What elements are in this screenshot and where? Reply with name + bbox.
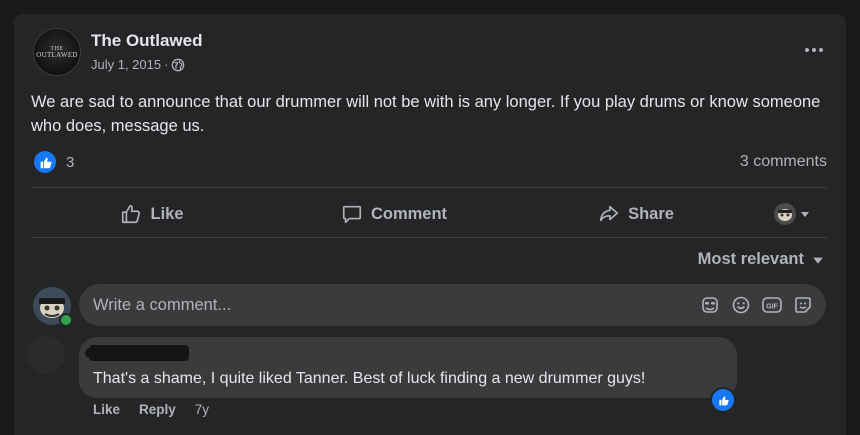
share-button-label: Share (628, 204, 674, 223)
caret-down-icon (801, 212, 809, 217)
comment-like-reaction-icon[interactable] (710, 387, 736, 413)
comment-reply-button[interactable]: Reply (139, 402, 176, 417)
page-name-link[interactable]: The Outlawed (91, 31, 202, 51)
comment-button-label: Comment (370, 204, 448, 223)
comment-count-link[interactable]: 3 comments (740, 153, 827, 171)
post-actions: Like Comment Share (31, 194, 827, 234)
comment-actions: Like Reply 7y (93, 402, 209, 417)
comment-icon (342, 205, 362, 224)
share-icon (599, 205, 619, 222)
comment-sort-dropdown[interactable]: Most relevant (698, 250, 824, 269)
profile-switcher[interactable] (757, 194, 827, 234)
redacted-commenter-name[interactable] (85, 345, 189, 361)
svg-text:GIF: GIF (766, 304, 778, 311)
like-thumb-icon (34, 151, 56, 173)
user-avatar (774, 203, 796, 225)
globe-icon[interactable] (171, 58, 185, 72)
page-avatar[interactable]: THE OUTLAWED (33, 28, 81, 76)
comment-timestamp[interactable]: 7y (195, 402, 209, 417)
comment-input-box[interactable]: GIF (79, 284, 826, 326)
share-button[interactable]: Share (515, 194, 757, 234)
reaction-count: 3 (66, 153, 75, 171)
divider (31, 237, 827, 238)
avatar-logo-text: OUTLAWED (36, 50, 78, 59)
avatar-sticker-icon[interactable] (792, 294, 814, 316)
emoji-icon[interactable] (730, 294, 752, 316)
sticker-icon[interactable] (699, 294, 721, 316)
meta-separator: · (164, 57, 169, 72)
sort-label: Most relevant (697, 250, 804, 268)
gif-icon[interactable]: GIF (761, 294, 783, 316)
post-date[interactable]: July 1, 2015 (91, 57, 161, 72)
divider (31, 187, 827, 188)
caret-down-icon (813, 257, 823, 264)
like-button[interactable]: Like (31, 194, 273, 234)
comment-like-button[interactable]: Like (93, 402, 120, 417)
like-outline-icon (122, 204, 141, 224)
comment-button[interactable]: Comment (273, 194, 515, 234)
like-button-label: Like (150, 204, 184, 223)
comment-input-tools: GIF (699, 294, 826, 316)
more-options-icon[interactable] (800, 40, 828, 60)
post-card: THE OUTLAWED The Outlawed July 1, 2015 ·… (14, 14, 846, 435)
online-status-dot (59, 313, 73, 327)
reactions-summary[interactable]: 3 (34, 151, 74, 173)
comment-text: That's a shame, I quite liked Tanner. Be… (93, 370, 646, 387)
post-text: We are sad to announce that our drummer … (31, 93, 821, 135)
comment-input[interactable] (79, 294, 699, 316)
comment-bubble: That's a shame, I quite liked Tanner. Be… (79, 337, 737, 398)
current-user-avatar[interactable] (33, 287, 73, 327)
post-meta: July 1, 2015 · (91, 57, 185, 72)
commenter-avatar[interactable] (27, 336, 65, 374)
